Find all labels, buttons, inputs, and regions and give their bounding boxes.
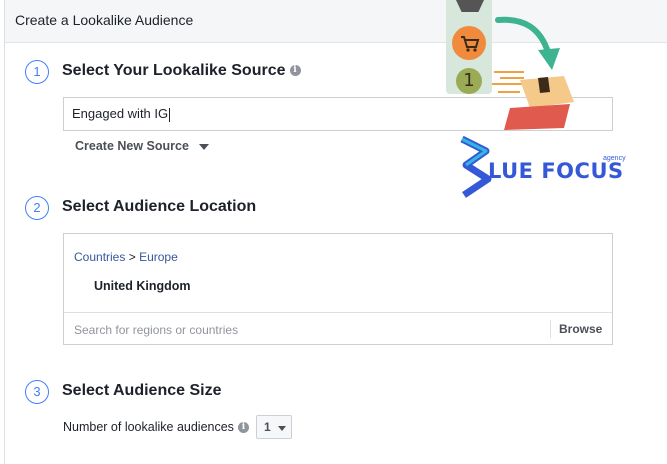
- breadcrumb-europe-link[interactable]: Europe: [139, 250, 178, 264]
- section-title-source: Select Your Lookalike Source i: [62, 62, 301, 80]
- lookalike-count-value: 1: [264, 420, 271, 434]
- dialog-title: Create a Lookalike Audience: [15, 12, 194, 28]
- watermark-number-text: 1: [463, 70, 475, 91]
- location-breadcrumb: Countries > Europe: [74, 250, 178, 264]
- watermark-logo-text: LUE FOCUS: [488, 159, 624, 183]
- source-input-value: Engaged with IG: [72, 106, 169, 121]
- section-title-size: Select Audience Size: [62, 382, 222, 399]
- create-new-source-label: Create New Source: [75, 139, 189, 153]
- shopping-cart-icon: [452, 26, 486, 60]
- location-search-input[interactable]: [72, 320, 546, 340]
- step-3-indicator: 3: [25, 380, 49, 404]
- breadcrumb-separator: >: [128, 250, 136, 264]
- lookalike-count-select[interactable]: 1: [256, 415, 292, 439]
- info-icon[interactable]: i: [237, 422, 249, 434]
- step-2-indicator: 2: [25, 196, 49, 220]
- browse-button[interactable]: Browse: [550, 320, 602, 338]
- text-cursor: [169, 107, 171, 122]
- watermark-agency-text: agency: [603, 155, 626, 162]
- lookalike-count-label: Number of lookalike audiences i: [63, 420, 249, 434]
- location-box: Countries > Europe United Kingdom Browse: [63, 233, 613, 345]
- breadcrumb-countries-link[interactable]: Countries: [74, 250, 125, 264]
- watermark-number-badge: 1: [456, 68, 482, 94]
- source-title-text: Select Your Lookalike Source: [62, 62, 286, 79]
- info-icon[interactable]: i: [289, 65, 301, 77]
- selected-country[interactable]: United Kingdom: [94, 279, 191, 293]
- section-title-location: Select Audience Location: [62, 198, 257, 215]
- caret-down-icon: [278, 426, 286, 431]
- step-1-indicator: 1: [25, 60, 49, 84]
- location-search-bar: Browse: [64, 312, 612, 345]
- caret-down-icon: [198, 143, 209, 150]
- box-icon: [492, 71, 574, 130]
- lookalike-count-text: Number of lookalike audiences: [63, 420, 234, 434]
- create-new-source-dropdown[interactable]: Create New Source: [75, 139, 209, 153]
